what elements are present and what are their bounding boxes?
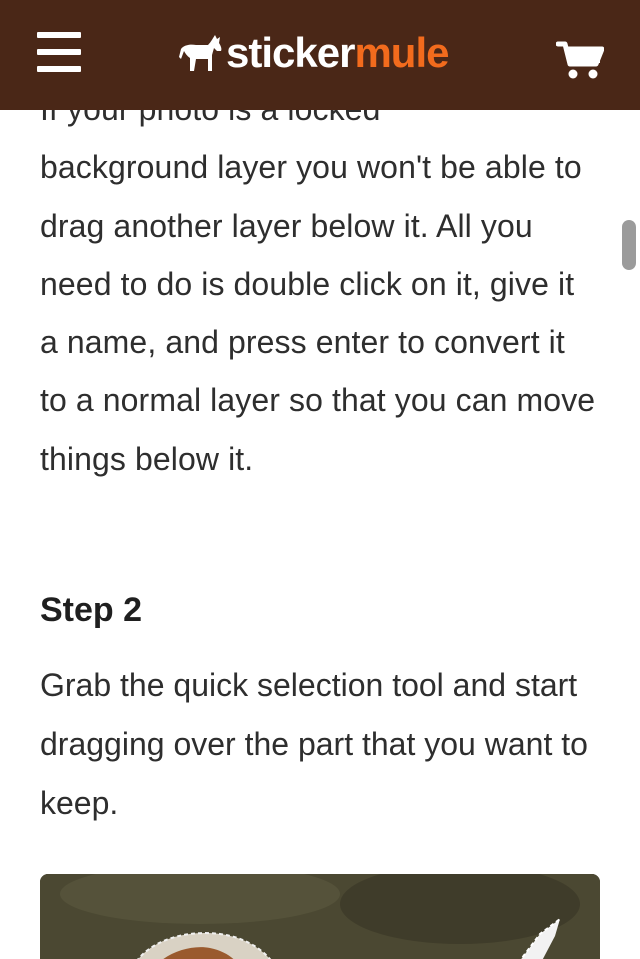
step-heading: Step 2: [40, 591, 143, 629]
dog-photo-icon: [40, 874, 600, 959]
brand-name-part2: mule: [354, 29, 449, 76]
article-paragraph-2: Grab the quick selection tool and start …: [40, 667, 588, 821]
brand-name: stickermule: [226, 28, 449, 78]
article-content: If your photo is a locked background lay…: [40, 80, 600, 821]
article-photo: [40, 874, 600, 959]
mule-logo-icon: [179, 35, 222, 71]
menu-line: [37, 66, 81, 72]
hamburger-menu-icon[interactable]: [37, 32, 81, 72]
shopping-cart-icon[interactable]: [556, 38, 604, 80]
scrollbar-thumb[interactable]: [622, 220, 636, 270]
menu-line: [37, 32, 81, 38]
page: If your photo is a locked background lay…: [0, 0, 640, 959]
menu-line: [37, 49, 81, 55]
sticker-mule-logo[interactable]: stickermule: [178, 28, 449, 78]
top-navigation-bar: stickermule: [0, 0, 640, 110]
article-paragraph-1: background layer you won't be able to dr…: [40, 149, 596, 477]
brand-name-part1: sticker: [226, 29, 355, 76]
